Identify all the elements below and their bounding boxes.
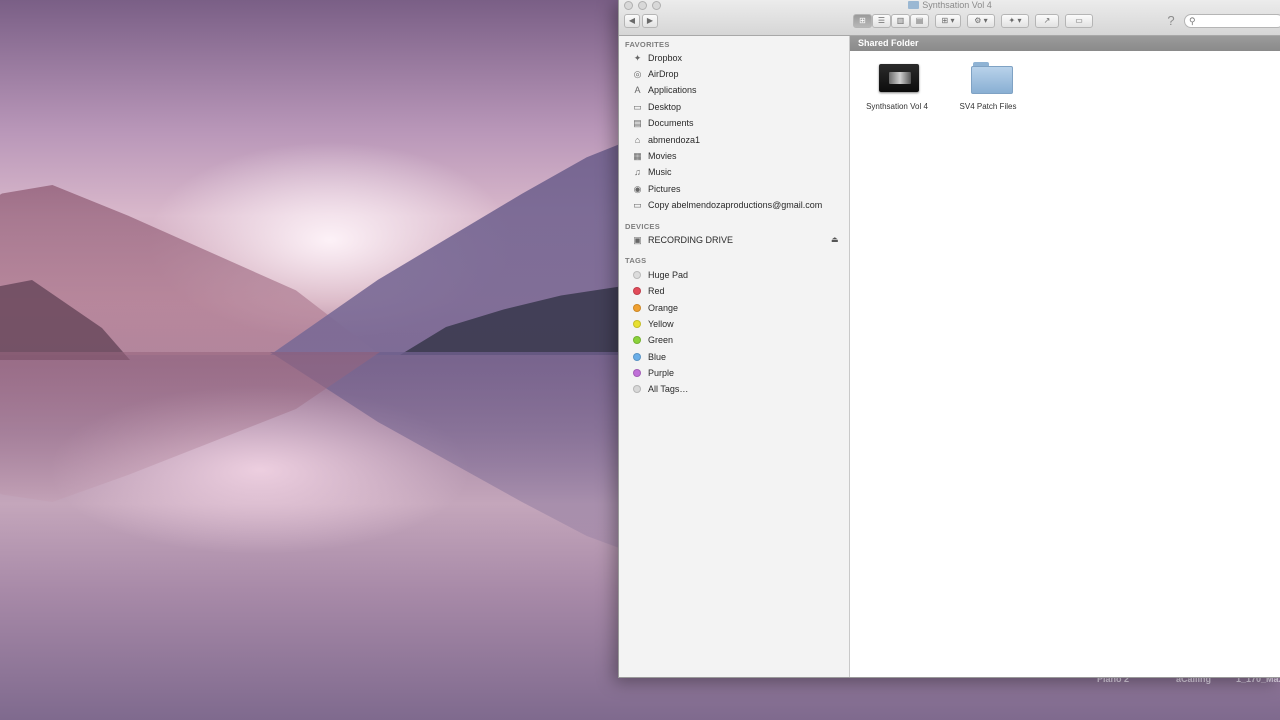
sidebar-item-label: Applications: [648, 85, 697, 95]
finder-content: Shared Folder Synthsation Vol 4 SV4 Patc…: [850, 36, 1280, 677]
sidebar-item-label: Pictures: [648, 184, 681, 194]
back-button[interactable]: ◀: [624, 14, 640, 28]
dropbox-icon: ✦: [633, 53, 642, 63]
action-gear-button[interactable]: ⚙ ▾: [967, 14, 995, 28]
sidebar-item-label: Documents: [648, 118, 694, 128]
sidebar-item-movies[interactable]: ▦ Movies: [619, 148, 849, 164]
share-button[interactable]: ↗: [1035, 14, 1059, 28]
path-bar: Shared Folder: [850, 36, 1280, 51]
sidebar-item-label: Red: [648, 286, 665, 296]
search-input[interactable]: ⚲: [1184, 14, 1280, 28]
sidebar-item-music[interactable]: ♫ Music: [619, 164, 849, 180]
search-icon: ⚲: [1189, 16, 1196, 26]
sidebar-item-documents[interactable]: ▤ Documents: [619, 115, 849, 131]
music-icon: ♫: [634, 167, 641, 177]
desktop-icon: ▭: [633, 102, 642, 112]
sidebar-item-label: Orange: [648, 303, 679, 313]
sidebar-item-label: Movies: [648, 151, 677, 161]
tag-color-dot: [633, 304, 641, 312]
sidebar-tag-yellow[interactable]: Yellow: [619, 316, 849, 332]
airdrop-icon: ◎: [633, 69, 642, 79]
wallpaper-reflection-left: [0, 352, 380, 502]
tag-color-dot: [633, 385, 641, 393]
sidebar-item-applications[interactable]: A Applications: [619, 82, 849, 98]
arrange-button[interactable]: ⊞ ▾: [935, 14, 961, 28]
sidebar-tag-red[interactable]: Red: [619, 283, 849, 299]
home-icon: ⌂: [634, 135, 641, 145]
file-item-patch-folder[interactable]: SV4 Patch Files: [943, 56, 1033, 116]
finder-sidebar: FAVORITES ✦ Dropbox ◎ AirDrop A Applicat…: [619, 36, 850, 677]
documents-icon: ▤: [633, 118, 642, 128]
tag-color-dot: [633, 353, 641, 361]
sidebar-item-label: Desktop: [648, 102, 682, 112]
file-item-label: Synthsation Vol 4: [866, 102, 928, 111]
sidebar-tag-purple[interactable]: Purple: [619, 365, 849, 381]
folder-icon: ▭: [633, 200, 642, 210]
eject-icon[interactable]: ⏏: [831, 232, 839, 248]
sidebar-item-label: Yellow: [648, 319, 674, 329]
forward-button[interactable]: ▶: [642, 14, 658, 28]
window-title: Synthsation Vol 4: [619, 0, 1280, 11]
drive-icon: ▣: [633, 235, 642, 245]
column-view-button[interactable]: ▥: [891, 14, 910, 28]
sidebar-item-label: Dropbox: [648, 53, 683, 63]
sidebar-item-airdrop[interactable]: ◎ AirDrop: [619, 66, 849, 82]
tag-color-dot: [633, 369, 641, 377]
window-title-text: Synthsation Vol 4: [922, 0, 992, 10]
sidebar-item-label: Music: [648, 167, 672, 177]
app-icon: [879, 64, 919, 92]
list-view-button[interactable]: ☰: [872, 14, 891, 28]
pictures-icon: ◉: [633, 184, 642, 194]
folder-icon: [971, 62, 1013, 94]
sidebar-item-label: RECORDING DRIVE: [648, 235, 734, 245]
sidebar-item-label: All Tags…: [648, 384, 689, 394]
edit-tags-button[interactable]: ▭: [1065, 14, 1093, 28]
sidebar-item-desktop[interactable]: ▭ Desktop: [619, 99, 849, 115]
sidebar-tag-blue[interactable]: Blue: [619, 349, 849, 365]
icon-view-button[interactable]: ⊞: [853, 14, 872, 28]
favorites-header: FAVORITES: [625, 40, 670, 49]
file-item-label: SV4 Patch Files: [959, 102, 1017, 111]
sidebar-item-label: Copy abelmendozaproductions@gmail.com: [648, 200, 823, 210]
sidebar-item-label: Green: [648, 335, 674, 345]
devices-header: DEVICES: [625, 222, 661, 231]
movies-icon: ▦: [633, 151, 642, 161]
tag-color-dot: [633, 287, 641, 295]
tags-header: TAGS: [625, 256, 647, 265]
sidebar-tag-huge-pad[interactable]: Huge Pad: [619, 267, 849, 283]
window-titlebar: Synthsation Vol 4 ◀ ▶ ⊞ ☰ ▥ ▤ ⊞ ▾ ⚙ ▾ ✦ …: [619, 0, 1280, 36]
sidebar-item-dropbox[interactable]: ✦ Dropbox: [619, 50, 849, 66]
sidebar-item-recording-drive[interactable]: ▣ RECORDING DRIVE ⏏: [619, 232, 849, 248]
coverflow-view-button[interactable]: ▤: [910, 14, 929, 28]
tag-color-dot: [633, 336, 641, 344]
sidebar-item-home[interactable]: ⌂ abmendoza1: [619, 132, 849, 148]
sidebar-item-label: abmendoza1: [648, 135, 701, 145]
tag-color-dot: [633, 320, 641, 328]
finder-window: Synthsation Vol 4 ◀ ▶ ⊞ ☰ ▥ ▤ ⊞ ▾ ⚙ ▾ ✦ …: [618, 0, 1280, 678]
help-icon[interactable]: ?: [1164, 13, 1178, 29]
sidebar-item-label: AirDrop: [648, 69, 679, 79]
sidebar-item-label: Purple: [648, 368, 675, 378]
sidebar-item-copy-folder[interactable]: ▭ Copy abelmendozaproductions@gmail.com: [619, 197, 849, 213]
folder-icon: [908, 1, 920, 9]
sidebar-item-label: Blue: [648, 352, 667, 362]
dropbox-menu-button[interactable]: ✦ ▾: [1001, 14, 1029, 28]
sidebar-item-label: Huge Pad: [648, 270, 689, 280]
sidebar-tag-green[interactable]: Green: [619, 332, 849, 348]
file-item-synthsation-app[interactable]: Synthsation Vol 4: [852, 56, 942, 116]
sidebar-tag-orange[interactable]: Orange: [619, 300, 849, 316]
sidebar-item-pictures[interactable]: ◉ Pictures: [619, 181, 849, 197]
sidebar-tag-all-tags[interactable]: All Tags…: [619, 381, 849, 397]
tag-color-dot: [633, 271, 641, 279]
applications-icon: A: [634, 85, 641, 95]
